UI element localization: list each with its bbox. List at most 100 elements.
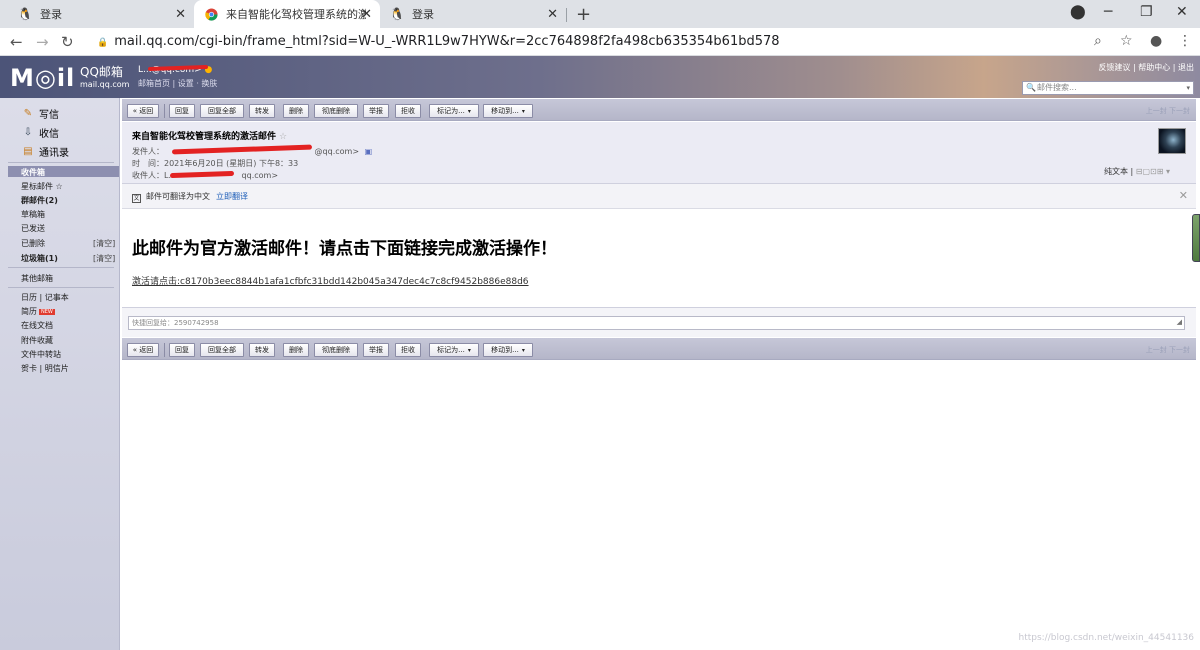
tab-title: 登录 [40,8,62,21]
header-links[interactable]: 邮箱首页 | 设置 · 换肤 [138,78,217,89]
sidebar-divider [8,162,114,163]
contacts-button[interactable]: ▤ 通讯录 [22,144,69,159]
layout-options-icon[interactable]: ⊟▢⊡⊞ ▾ [1136,167,1170,176]
back-arrow-icon[interactable]: ← [10,33,23,51]
reload-icon[interactable]: ↻ [61,33,74,51]
side-widget-tab[interactable] [1192,214,1200,262]
mail-toolbar-bottom: « 返回 回复 回复全部 转发 删除 彻底删除 举报 拒收 标记为... 移动到… [122,338,1196,360]
reject-button[interactable]: 拒收 [395,104,421,118]
url-field[interactable]: 🔒 mail.qq.com/cgi-bin/frame_html?sid=W-U_… [97,34,780,49]
browser-tab-login-1[interactable]: 🐧 登录 ✕ [8,0,194,28]
time-label: 时 间： [132,159,164,168]
contact-card-icon[interactable]: ▣ [365,147,373,156]
forward-button[interactable]: 转发 [249,104,275,118]
reply-all-button[interactable]: 回复全部 [200,343,244,357]
profile-dropdown-icon[interactable]: ⬤ [1070,4,1086,20]
prev-next-pager[interactable]: 上一封 下一封 [1146,106,1190,116]
delete-permanently-button[interactable]: 彻底删除 [314,343,358,357]
mail-header: M◎il QQ邮箱 mail.qq.com L...@qq.com> ● 邮箱首… [0,56,1200,98]
mail-body: 此邮件为官方激活邮件！请点击下面链接完成激活操作！ 激活请点击:c8170b3e… [122,210,1196,306]
resize-handle-icon[interactable]: ◢ [1177,316,1182,328]
move-to-dropdown[interactable]: 移动到... [483,104,533,118]
sidebar-divider [8,267,114,268]
forward-button[interactable]: 转发 [249,343,275,357]
sidebar-item-group-mail[interactable]: 群邮件(2) [21,195,58,206]
chrome-favicon-icon [204,7,218,21]
sidebar-item-cards[interactable]: 贺卡 | 明信片 [21,363,69,374]
sidebar-item-other-mailbox[interactable]: 其他邮箱 [21,273,53,284]
from-address-tail[interactable]: @qq.com> [315,147,360,156]
new-tab-plus-icon[interactable]: + [576,4,591,25]
sidebar-item-sent[interactable]: 已发送 [21,223,45,234]
watermark-text: https://blog.csdn.net/weixin_44541136 [1018,633,1194,643]
receive-button[interactable]: ⇩ 收信 [22,125,59,140]
sender-avatar[interactable] [1158,128,1186,154]
translate-bar: 文邮件可翻译为中文 立即翻译 ✕ [122,184,1196,209]
brand-domain: mail.qq.com [80,80,130,89]
report-button[interactable]: 举报 [363,343,389,357]
search-placeholder: 邮件搜索... [1037,83,1077,92]
zoom-icon[interactable]: ⌕ [1094,33,1102,49]
qq-favicon-icon: 🐧 [389,7,405,21]
close-icon[interactable]: ✕ [1179,189,1188,202]
sidebar-item-file-transfer[interactable]: 文件中转站 [21,349,61,360]
reply-all-button[interactable]: 回复全部 [200,104,244,118]
reply-button[interactable]: 回复 [169,104,195,118]
plain-text-link[interactable]: 纯文本 | [1104,167,1136,176]
forward-arrow-icon[interactable]: → [36,33,49,51]
report-button[interactable]: 举报 [363,104,389,118]
mail-search-input[interactable]: 🔍 邮件搜索... ▾ [1022,81,1194,95]
qq-favicon-icon: 🐧 [17,7,33,21]
sidebar-item-attachments[interactable]: 附件收藏 [21,335,53,346]
sidebar-item-resume[interactable]: 简历 NEW [21,306,55,317]
browser-tab-login-2[interactable]: 🐧 登录 ✕ [380,0,566,28]
move-to-dropdown[interactable]: 移动到... [483,343,533,357]
sidebar-item-drafts[interactable]: 草稿箱 [21,209,45,220]
sidebar-item-deleted[interactable]: 已删除 [清空] [21,238,115,249]
browser-tabstrip: 🐧 登录 ✕ 来自智能化驾校管理系统的激活邮件 ✕ 🐧 登录 ✕ + ⬤ ─ ❐… [0,0,1200,28]
bookmark-star-icon[interactable]: ☆ [1120,33,1133,49]
sidebar-item-online-docs[interactable]: 在线文档 [21,320,53,331]
to-address-tail[interactable]: qq.com> [242,171,279,180]
translate-icon: 文 [132,194,141,203]
chevron-down-icon[interactable]: ▾ [1186,82,1190,94]
mark-as-dropdown[interactable]: 标记为... [429,343,479,357]
browser-tab-active[interactable]: 来自智能化驾校管理系统的激活邮件 ✕ [194,0,380,28]
close-tab-icon[interactable]: ✕ [361,7,372,22]
address-book-icon: ▤ [23,146,33,157]
empty-spam-link[interactable]: [清空] [93,253,115,264]
quick-reply-bar: 快捷回复给：2590742958 ◢ [122,307,1196,337]
close-tab-icon[interactable]: ✕ [547,7,558,22]
delete-permanently-button[interactable]: 彻底删除 [314,104,358,118]
lock-icon: 🔒 [97,38,109,48]
top-right-links[interactable]: 反馈建议 | 帮助中心 | 退出 [1098,62,1194,73]
qqmail-logo[interactable]: M◎il [10,64,75,92]
profile-avatar-icon[interactable]: ● [1150,33,1162,49]
time-value: 2021年6月20日 (星期日) 下午8：33 [164,159,299,168]
sidebar-item-starred[interactable]: 星标邮件 ☆ [21,181,63,192]
compose-button[interactable]: ✎ 写信 [22,106,59,121]
delete-button[interactable]: 删除 [283,343,309,357]
reject-button[interactable]: 拒收 [395,343,421,357]
empty-deleted-link[interactable]: [清空] [93,238,115,249]
search-icon: 🔍 [1026,83,1036,92]
close-window-icon[interactable]: ✕ [1176,4,1188,20]
sidebar-item-inbox[interactable]: 收件箱 [21,167,45,178]
prev-next-pager[interactable]: 上一封 下一封 [1146,345,1190,355]
delete-button[interactable]: 删除 [283,104,309,118]
activation-link[interactable]: 激活请点击:c8170b3eec8844b1afa1cfbfc31bdd142b… [132,274,529,287]
restore-window-icon[interactable]: ❐ [1140,4,1153,20]
sidebar-item-calendar[interactable]: 日历 | 记事本 [21,292,69,303]
quick-reply-input[interactable]: 快捷回复给：2590742958 ◢ [128,316,1185,330]
translate-now-link[interactable]: 立即翻译 [216,192,248,201]
minimize-window-icon[interactable]: ─ [1104,4,1112,20]
mark-as-dropdown[interactable]: 标记为... [429,104,479,118]
star-icon[interactable]: ☆ [279,132,287,142]
subject-text: 来自智能化驾校管理系统的激活邮件 [132,132,277,142]
menu-kebab-icon[interactable]: ⋮ [1178,33,1192,49]
close-tab-icon[interactable]: ✕ [175,7,186,22]
sidebar-item-spam[interactable]: 垃圾箱(1) [清空] [21,253,115,264]
back-button[interactable]: « 返回 [127,343,159,357]
reply-button[interactable]: 回复 [169,343,195,357]
back-button[interactable]: « 返回 [127,104,159,118]
